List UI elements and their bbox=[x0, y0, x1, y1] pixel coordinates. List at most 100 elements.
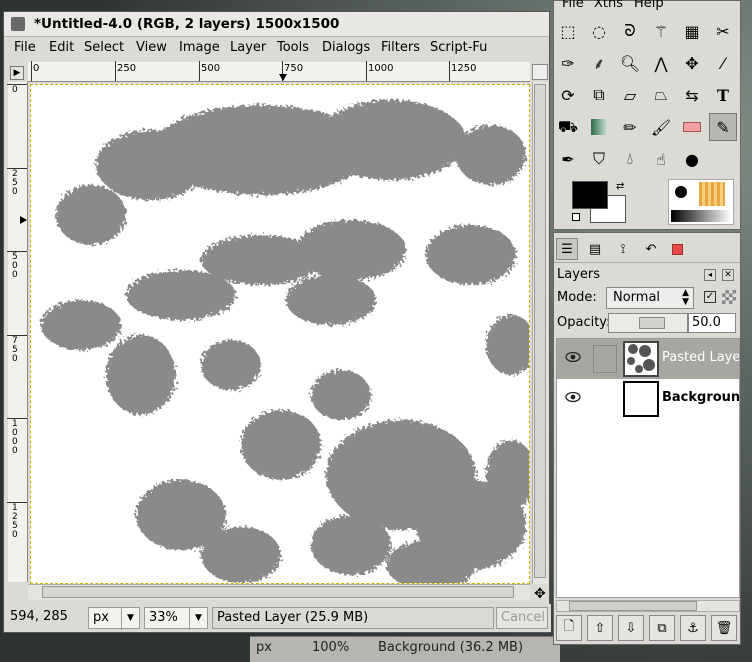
clone-icon[interactable]: ⛉ bbox=[585, 145, 613, 173]
layers-hscroll-thumb[interactable] bbox=[569, 601, 697, 611]
brush-pattern-gradient-area[interactable] bbox=[668, 179, 734, 225]
lasso-icon[interactable]: ᘐ bbox=[616, 17, 644, 45]
channels-tab-icon[interactable]: ▤ bbox=[584, 238, 606, 260]
menu-image[interactable]: Image bbox=[179, 40, 220, 55]
close-icon[interactable]: ✕ bbox=[722, 269, 734, 281]
measure-icon[interactable]: ⋀ bbox=[647, 49, 675, 77]
menu-filters[interactable]: Filters bbox=[381, 40, 420, 55]
text-tool-icon[interactable]: T bbox=[709, 81, 737, 109]
magic-wand-icon[interactable]: ⚚ bbox=[647, 17, 675, 45]
eye-icon[interactable] bbox=[565, 351, 581, 363]
navigate-icon[interactable] bbox=[532, 64, 548, 80]
chain-toggle[interactable] bbox=[593, 345, 617, 373]
window-icon[interactable] bbox=[11, 17, 25, 31]
menu-select[interactable]: Select bbox=[84, 40, 124, 55]
image-menu-arrow-button[interactable]: ▶ bbox=[10, 66, 24, 80]
select-by-color-icon[interactable]: ▦ bbox=[678, 17, 706, 45]
layers-hscrollbar[interactable] bbox=[556, 600, 740, 612]
anchor-layer-icon[interactable]: ⚓ bbox=[680, 615, 706, 641]
scissors-icon[interactable]: ✂ bbox=[709, 17, 737, 45]
eraser-icon[interactable] bbox=[678, 113, 706, 141]
flip-icon[interactable]: ⇆ bbox=[678, 81, 706, 109]
vertical-scroll-thumb[interactable] bbox=[534, 84, 546, 578]
opacity-slider-handle[interactable] bbox=[639, 317, 665, 329]
default-colors-icon[interactable] bbox=[572, 213, 580, 221]
perspective-icon[interactable]: ⏢ bbox=[647, 81, 675, 109]
toolbox-menu-help[interactable]: Help bbox=[634, 0, 664, 11]
image-window-titlebar[interactable]: *Untitled-4.0 (RGB, 2 layers) 1500x1500 bbox=[4, 12, 549, 37]
layers-tab-icon[interactable]: ☰ bbox=[556, 238, 578, 260]
swap-colors-icon[interactable]: ⇄ bbox=[616, 181, 624, 192]
ink-icon[interactable]: ✒ bbox=[554, 145, 582, 173]
horizontal-scrollbar[interactable] bbox=[28, 584, 530, 600]
layer-name[interactable]: Pasted Layer bbox=[662, 350, 739, 365]
new-layer-icon[interactable]: 🗋︎ bbox=[556, 615, 582, 641]
keep-transparency-checkbox[interactable]: ✓ bbox=[704, 291, 716, 303]
cancel-button[interactable]: Cancel bbox=[496, 607, 548, 629]
navigate-move-icon[interactable]: ✥ bbox=[534, 586, 546, 602]
status-message: Pasted Layer (25.9 MB) bbox=[212, 607, 494, 629]
layer-row-background[interactable]: Background bbox=[557, 379, 739, 419]
chevron-down-icon[interactable]: ▼ bbox=[121, 608, 139, 630]
zoom-selector[interactable]: 33% ▼ bbox=[144, 607, 208, 630]
brush-preview-icon[interactable] bbox=[675, 186, 687, 198]
bucket-fill-icon[interactable]: ⛟ bbox=[554, 113, 582, 141]
lock-alpha-icon[interactable] bbox=[722, 290, 736, 304]
pencil-icon[interactable]: ✏ bbox=[616, 113, 644, 141]
opacity-slider[interactable] bbox=[608, 313, 688, 333]
paths-icon[interactable]: ✑ bbox=[554, 49, 582, 77]
blend-icon[interactable] bbox=[585, 113, 613, 141]
move-icon[interactable]: ✥ bbox=[678, 49, 706, 77]
lower-layer-icon[interactable]: ⇩ bbox=[618, 615, 644, 641]
chevron-down-icon[interactable]: ▼ bbox=[189, 608, 207, 630]
paths-tab-icon[interactable]: ⟟ bbox=[612, 238, 634, 260]
horizontal-ruler[interactable]: 0 250 500 750 1000 1250 bbox=[28, 61, 530, 82]
colormap-tab-icon[interactable] bbox=[666, 238, 688, 260]
layers-list[interactable]: Pasted Layer Background bbox=[556, 338, 740, 598]
eye-icon[interactable] bbox=[565, 391, 581, 403]
crop-icon[interactable]: ⁄ bbox=[709, 49, 737, 77]
gradient-preview[interactable] bbox=[671, 210, 731, 222]
menu-script-fu[interactable]: Script-Fu bbox=[430, 40, 487, 55]
tab-menu-icon[interactable]: ◂ bbox=[704, 269, 716, 281]
delete-layer-icon[interactable]: 🗑︎ bbox=[711, 615, 737, 641]
mode-select[interactable]: Normal ▲ ▼ bbox=[606, 287, 694, 309]
menu-dialogs[interactable]: Dialogs bbox=[322, 40, 370, 55]
menu-edit[interactable]: Edit bbox=[49, 40, 74, 55]
rect-select-icon[interactable]: ⬚ bbox=[554, 17, 582, 45]
duplicate-layer-icon[interactable]: ⧉ bbox=[649, 615, 675, 641]
toolbox-menu-xtns[interactable]: Xtns bbox=[594, 0, 623, 11]
airbrush-icon[interactable]: ✎ bbox=[709, 113, 737, 141]
undo-tab-icon[interactable]: ↶ bbox=[640, 238, 662, 260]
smudge-icon[interactable]: ☝ bbox=[647, 145, 675, 173]
rotate-icon[interactable]: ⟳ bbox=[554, 81, 582, 109]
image-window: *Untitled-4.0 (RGB, 2 layers) 1500x1500 … bbox=[3, 11, 551, 633]
horizontal-scroll-thumb[interactable] bbox=[42, 586, 514, 598]
blur-icon[interactable]: 💧︎ bbox=[616, 145, 644, 173]
menu-file[interactable]: File bbox=[14, 40, 36, 55]
menu-tools[interactable]: Tools bbox=[277, 40, 309, 55]
menu-layer[interactable]: Layer bbox=[230, 40, 266, 55]
layer-row-pasted[interactable]: Pasted Layer bbox=[557, 339, 739, 379]
vruler-label: 0 bbox=[12, 85, 18, 95]
color-picker-icon[interactable]: ⸙ bbox=[585, 49, 613, 77]
vertical-scrollbar[interactable] bbox=[532, 82, 548, 584]
unit-selector[interactable]: px ▼ bbox=[88, 607, 140, 630]
foreground-color-swatch[interactable] bbox=[572, 181, 608, 209]
scale-icon[interactable]: ⧉ bbox=[585, 81, 613, 109]
opacity-field[interactable]: 50.0 bbox=[688, 313, 736, 333]
menu-view[interactable]: View bbox=[136, 40, 167, 55]
ellipse-select-icon[interactable]: ◌ bbox=[585, 17, 613, 45]
vertical-ruler[interactable]: 0 250 500 750 1000 1250 bbox=[7, 82, 28, 582]
shear-icon[interactable]: ▱ bbox=[616, 81, 644, 109]
toolbox-menu-file[interactable]: File bbox=[562, 0, 584, 11]
paintbrush-icon[interactable]: 🖌︎ bbox=[647, 113, 675, 141]
layer-name[interactable]: Background bbox=[662, 390, 739, 405]
pattern-preview-icon[interactable] bbox=[699, 182, 725, 206]
dodge-burn-icon[interactable]: ● bbox=[678, 145, 706, 173]
raise-layer-icon[interactable]: ⇧ bbox=[587, 615, 613, 641]
pointer-marker-vertical bbox=[20, 216, 27, 224]
hruler-label: 1000 bbox=[368, 63, 394, 74]
image-canvas[interactable] bbox=[30, 84, 530, 584]
zoom-icon[interactable]: 🔍︎ bbox=[616, 49, 644, 77]
